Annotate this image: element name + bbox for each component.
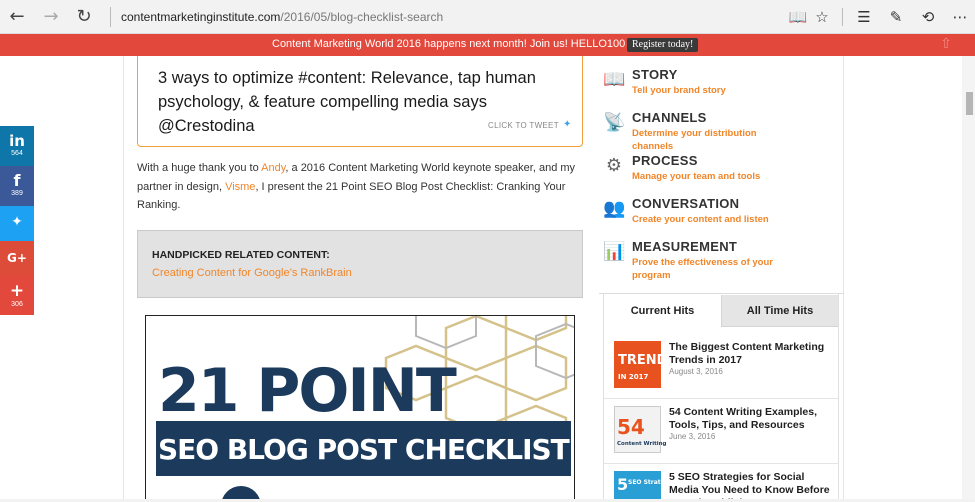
- category-subtitle: Create your content and listen: [632, 214, 769, 225]
- divider: [842, 8, 843, 26]
- address-bar[interactable]: contentmarketinginstitute.com/2016/05/bl…: [121, 10, 443, 24]
- promo-text: Content Marketing World 2016 happens nex…: [272, 38, 688, 50]
- linkedin-share-button[interactable]: in 564: [0, 126, 34, 166]
- text: With a huge thank you to: [137, 162, 262, 174]
- more-share-button[interactable]: + 306: [0, 276, 34, 315]
- linkedin-icon: in: [9, 132, 25, 150]
- category-subtitle: Determine your distribution channels: [632, 128, 757, 152]
- infographic-subhead: SEO BLOG POST CHECKLIST: [158, 433, 570, 466]
- google-plus-icon: G+: [7, 251, 27, 265]
- hit-date: August 3, 2016: [669, 367, 723, 376]
- scrollbar-track[interactable]: [962, 56, 975, 502]
- infographic-image: 21 POINT SEO BLOG POST CHECKLIST: [145, 315, 575, 502]
- category-title: PROCESS: [632, 153, 698, 168]
- hit-item[interactable]: 54 Content Writing 54 Content Writing Ex…: [604, 398, 838, 462]
- click-to-tweet-link[interactable]: CLICK TO TWEET: [488, 121, 559, 130]
- related-title: HANDPICKED RELATED CONTENT:: [152, 249, 330, 261]
- bar-chart-icon: 📊: [603, 241, 626, 262]
- tab-current-hits[interactable]: Current Hits: [604, 295, 721, 327]
- divider: [110, 7, 111, 27]
- category-title: CHANNELS: [632, 110, 707, 125]
- infographic-headline: 21 POINT: [158, 356, 457, 426]
- article-thumbnail: 5 SEO Strategies: [614, 471, 679, 499]
- category-title: CONVERSATION: [632, 196, 740, 211]
- thumbnail-subtext: IN 2017: [618, 373, 649, 381]
- hub-icon[interactable]: ☰: [853, 6, 875, 28]
- thumbnail-text: TREND: [618, 353, 668, 368]
- promo-banner: Content Marketing World 2016 happens nex…: [0, 34, 975, 56]
- browser-toolbar: ← → ↻ contentmarketinginstitute.com/2016…: [0, 0, 975, 34]
- scrollbar-thumb[interactable]: [966, 92, 973, 115]
- related-link[interactable]: Creating Content for Google’s RankBrain: [152, 267, 352, 279]
- hit-title[interactable]: The Biggest Content Marketing Trends in …: [669, 341, 834, 367]
- tab-all-time-hits[interactable]: All Time Hits: [721, 295, 838, 327]
- hit-date: June 3, 2016: [669, 432, 716, 441]
- hit-title[interactable]: 54 Content Writing Examples, Tools, Tips…: [669, 406, 834, 432]
- hit-item[interactable]: 5 SEO Strategies 5 SEO Strategies for So…: [604, 463, 838, 499]
- arrow-right-icon[interactable]: →: [40, 6, 62, 28]
- thumbnail-text: 5: [617, 475, 629, 494]
- reading-view-icon[interactable]: 📖: [787, 6, 809, 28]
- facebook-icon: f: [13, 171, 21, 190]
- gears-icon: ⚙: [605, 155, 623, 176]
- url-path: /2016/05/blog-checklist-search: [280, 10, 444, 24]
- article-thumbnail: 54 Content Writing: [614, 406, 666, 453]
- category-title: STORY: [632, 67, 678, 82]
- category-subtitle: Prove the effectiveness of your program: [632, 257, 773, 281]
- web-note-icon[interactable]: ✎: [885, 6, 907, 28]
- twitter-share-button[interactable]: ✦: [0, 206, 34, 241]
- antenna-icon: 📡: [603, 112, 626, 133]
- category-subtitle: Manage your team and tools: [632, 171, 761, 182]
- twitter-bird-icon: ✦: [563, 119, 572, 130]
- share-count: 389: [11, 190, 23, 197]
- share-count: 306: [11, 301, 23, 308]
- share-count: 564: [11, 150, 23, 157]
- article-thumbnail: TREND IN 2017: [614, 341, 667, 388]
- facebook-share-button[interactable]: f 389: [0, 166, 34, 206]
- share-icon[interactable]: ⟲: [917, 6, 939, 28]
- hit-item[interactable]: TREND IN 2017 The Biggest Content Market…: [604, 333, 838, 397]
- people-icon: 👥: [603, 198, 626, 219]
- favorite-star-icon[interactable]: ☆: [811, 6, 833, 28]
- andy-link[interactable]: Andy: [261, 162, 285, 174]
- visme-link[interactable]: Visme: [225, 181, 255, 193]
- category-title: MEASUREMENT: [632, 239, 738, 254]
- twitter-icon: ✦: [11, 214, 23, 230]
- arrow-left-icon[interactable]: ←: [6, 6, 28, 28]
- click-to-tweet-box[interactable]: 3 ways to optimize #content: Relevance, …: [137, 56, 583, 147]
- arrow-up-icon[interactable]: ⇧: [938, 36, 954, 52]
- thumbnail-subtext: Content Writing: [617, 441, 667, 447]
- hit-title[interactable]: 5 SEO Strategies for Social Media You Ne…: [669, 471, 834, 499]
- article-paragraph: With a huge thank you to Andy, a 2016 Co…: [137, 159, 577, 215]
- refresh-icon[interactable]: ↻: [73, 6, 95, 28]
- more-icon[interactable]: ⋯: [949, 6, 971, 28]
- category-subtitle: Tell your brand story: [632, 85, 726, 96]
- book-icon: 📖: [603, 69, 626, 90]
- url-domain: contentmarketinginstitute.com: [121, 10, 281, 24]
- plus-icon: +: [9, 281, 25, 301]
- page-border: [123, 56, 124, 502]
- register-button[interactable]: Register today!: [627, 38, 699, 52]
- related-content-box: HANDPICKED RELATED CONTENT: Creating Con…: [137, 230, 583, 298]
- page-border: [843, 56, 844, 502]
- google-plus-share-button[interactable]: G+: [0, 241, 34, 276]
- thumbnail-text: 54: [617, 415, 645, 439]
